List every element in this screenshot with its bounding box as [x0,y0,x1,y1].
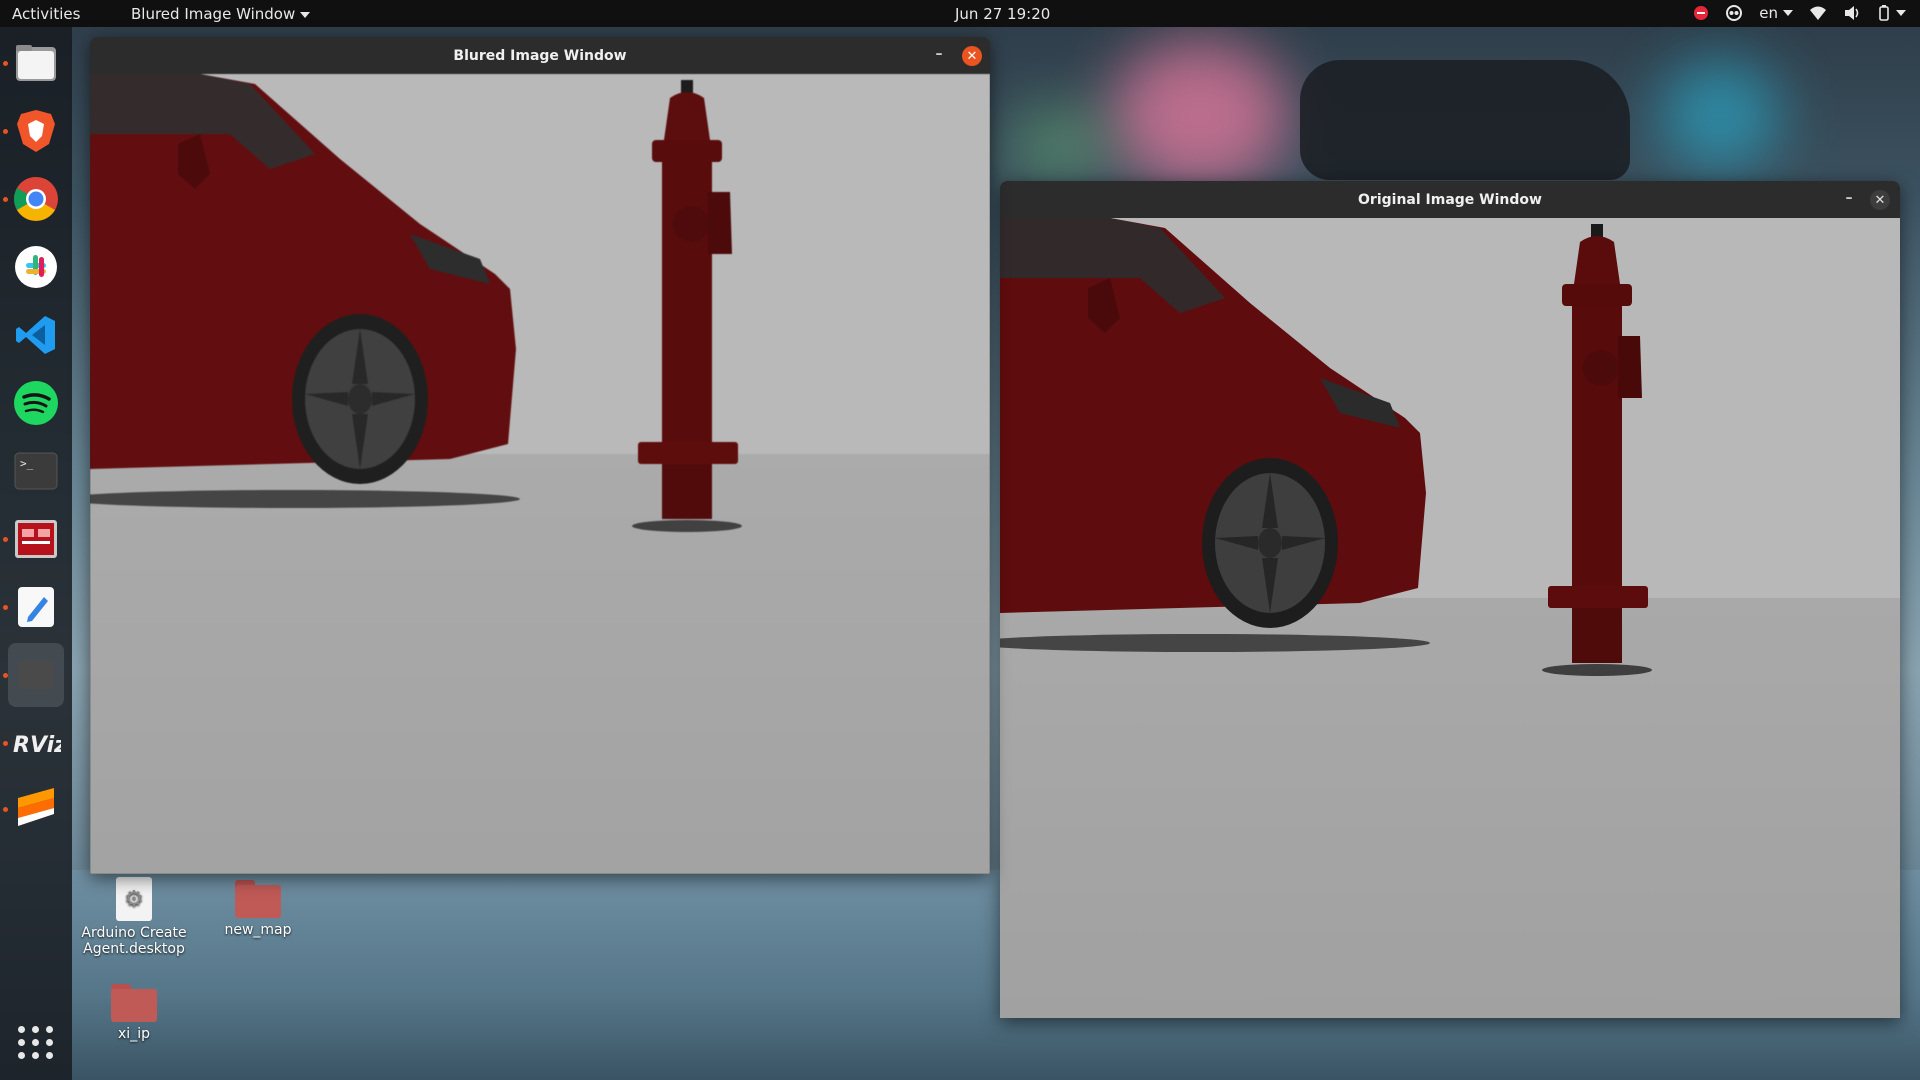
wallpaper-green-glow [1010,110,1110,180]
activities-button[interactable]: Activities [12,5,80,23]
clock-button[interactable]: Jun 27 19:20 [955,5,1050,23]
do-not-disturb-icon[interactable] [1693,4,1709,22]
minimize-button[interactable]: – [1842,191,1856,205]
language-label: en [1759,4,1778,22]
running-indicator [3,129,8,134]
app-menu-button[interactable]: Blured Image Window [131,5,311,23]
running-indicator [3,61,8,66]
scene-drawing [90,74,742,532]
window-titlebar[interactable]: Blured Image Window – ✕ [90,37,990,74]
image-viewer-icon[interactable] [8,643,64,707]
minimize-button[interactable]: – [932,47,946,61]
power-icon[interactable] [1877,4,1906,22]
desktop-icon-xi-ip[interactable]: xi_ip [79,984,189,1042]
original-image-canvas [1000,218,1900,1018]
desktop-icon-label: new_map [224,922,292,938]
running-indicator [3,807,8,812]
scene-drawing [1000,218,1652,676]
terminal-icon[interactable]: >_ [8,443,64,499]
desktop-icon-label: xi_ip [118,1026,150,1042]
blurred-image-window[interactable]: Blured Image Window – ✕ [90,37,990,874]
folder-icon [235,880,281,918]
chrome-icon[interactable] [8,171,64,227]
chevron-down-icon [300,11,311,18]
brave-browser-icon[interactable] [8,103,64,159]
window-title: Original Image Window [1358,191,1542,208]
svg-text:>_: >_ [20,457,34,470]
window-title: Blured Image Window [453,47,627,64]
volume-icon[interactable] [1843,4,1861,22]
running-indicator [3,537,8,542]
gazebo-icon[interactable] [8,511,64,567]
app-menu-label: Blured Image Window [131,5,296,23]
sublime-text-icon[interactable] [8,779,64,835]
slack-icon[interactable] [8,239,64,295]
privacy-icon[interactable] [1725,4,1743,22]
top-bar: Activities Blured Image Window Jun 27 19… [0,0,1920,27]
chevron-down-icon [1783,10,1793,16]
text-editor-icon[interactable] [8,579,64,635]
close-button[interactable]: ✕ [1870,190,1890,210]
rviz-label: RViz [13,733,61,758]
close-button[interactable]: ✕ [962,46,982,66]
desktop-icon-label: Arduino Create Agent.desktop [81,925,187,957]
desktop-icon-arduino[interactable]: ⚙ Arduino Create Agent.desktop [79,877,189,957]
wallpaper-blue-glow [1660,60,1780,170]
wifi-icon[interactable] [1809,4,1827,22]
files-icon[interactable] [8,35,64,91]
vscode-icon[interactable] [8,307,64,363]
chevron-down-icon [1896,10,1906,16]
running-indicator [3,673,8,678]
wallpaper-pink-glow [1110,40,1290,190]
rviz-icon[interactable]: RViz [8,717,64,773]
window-titlebar[interactable]: Original Image Window – ✕ [1000,181,1900,218]
folder-icon [111,984,157,1022]
running-indicator [3,605,8,610]
running-indicator [3,741,8,746]
wallpaper-dark-shape [1300,60,1630,180]
settings-file-icon: ⚙ [116,877,152,921]
running-indicator [3,197,8,202]
show-applications-icon[interactable] [16,1022,56,1062]
original-image-window[interactable]: Original Image Window – ✕ [1000,181,1900,1018]
desktop-icon-new-map[interactable]: new_map [203,880,313,938]
dock: >_ RViz [0,27,72,1080]
system-tray: en [1693,4,1906,22]
language-menu[interactable]: en [1759,4,1793,22]
blurred-image-canvas [90,74,990,874]
spotify-icon[interactable] [8,375,64,431]
